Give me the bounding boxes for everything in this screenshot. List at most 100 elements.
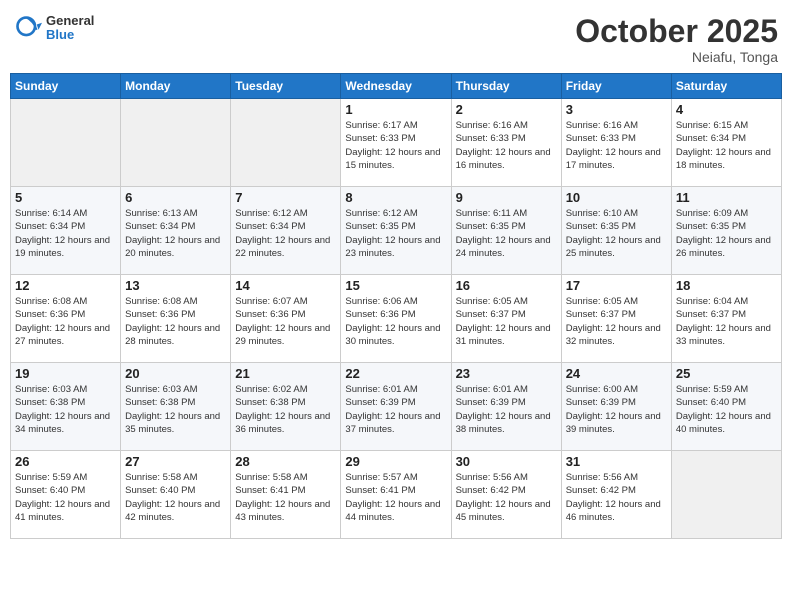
day-info: Sunrise: 5:58 AM Sunset: 6:40 PM Dayligh… — [125, 471, 226, 524]
day-info: Sunrise: 5:59 AM Sunset: 6:40 PM Dayligh… — [676, 383, 777, 436]
day-cell — [231, 99, 341, 187]
day-number: 29 — [345, 454, 446, 469]
day-info: Sunrise: 6:10 AM Sunset: 6:35 PM Dayligh… — [566, 207, 667, 260]
week-row-3: 12 Sunrise: 6:08 AM Sunset: 6:36 PM Dayli… — [11, 275, 782, 363]
logo-blue: Blue — [46, 28, 94, 42]
day-number: 16 — [456, 278, 557, 293]
day-cell: 3 Sunrise: 6:16 AM Sunset: 6:33 PM Daylig… — [561, 99, 671, 187]
day-number: 1 — [345, 102, 446, 117]
day-number: 15 — [345, 278, 446, 293]
day-number: 24 — [566, 366, 667, 381]
day-info: Sunrise: 5:59 AM Sunset: 6:40 PM Dayligh… — [15, 471, 116, 524]
day-number: 14 — [235, 278, 336, 293]
day-cell: 30 Sunrise: 5:56 AM Sunset: 6:42 PM Dayli… — [451, 451, 561, 539]
day-info: Sunrise: 6:12 AM Sunset: 6:34 PM Dayligh… — [235, 207, 336, 260]
day-info: Sunrise: 6:16 AM Sunset: 6:33 PM Dayligh… — [456, 119, 557, 172]
day-cell: 7 Sunrise: 6:12 AM Sunset: 6:34 PM Daylig… — [231, 187, 341, 275]
day-info: Sunrise: 6:03 AM Sunset: 6:38 PM Dayligh… — [125, 383, 226, 436]
day-cell: 2Sunrise: 6:16 AM Sunset: 6:33 PM Daylig… — [451, 99, 561, 187]
day-cell: 18 Sunrise: 6:04 AM Sunset: 6:37 PM Dayli… — [671, 275, 781, 363]
day-number: 11 — [676, 190, 777, 205]
logo: General Blue — [14, 14, 94, 43]
day-cell: 17 Sunrise: 6:05 AM Sunset: 6:37 PM Dayli… — [561, 275, 671, 363]
day-number: 30 — [456, 454, 557, 469]
day-cell: 10 Sunrise: 6:10 AM Sunset: 6:35 PM Dayli… — [561, 187, 671, 275]
day-info: Sunrise: 6:01 AM Sunset: 6:39 PM Dayligh… — [345, 383, 446, 436]
day-number: 7 — [235, 190, 336, 205]
location: Neiafu, Tonga — [575, 49, 778, 65]
week-row-2: 5Sunrise: 6:14 AM Sunset: 6:34 PM Daylig… — [11, 187, 782, 275]
week-row-1: 1 Sunrise: 6:17 AM Sunset: 6:33 PM Daylig… — [11, 99, 782, 187]
logo-text: General Blue — [46, 14, 94, 43]
day-cell: 14 Sunrise: 6:07 AM Sunset: 6:36 PM Dayli… — [231, 275, 341, 363]
day-info: Sunrise: 6:11 AM Sunset: 6:35 PM Dayligh… — [456, 207, 557, 260]
weekday-header-saturday: Saturday — [671, 74, 781, 99]
day-cell: 28Sunrise: 5:58 AM Sunset: 6:41 PM Dayli… — [231, 451, 341, 539]
day-number: 10 — [566, 190, 667, 205]
day-info: Sunrise: 5:56 AM Sunset: 6:42 PM Dayligh… — [566, 471, 667, 524]
day-info: Sunrise: 6:16 AM Sunset: 6:33 PM Dayligh… — [566, 119, 667, 172]
day-cell: 9 Sunrise: 6:11 AM Sunset: 6:35 PM Daylig… — [451, 187, 561, 275]
day-cell: 15 Sunrise: 6:06 AM Sunset: 6:36 PM Dayli… — [341, 275, 451, 363]
day-cell: 16Sunrise: 6:05 AM Sunset: 6:37 PM Dayli… — [451, 275, 561, 363]
logo-icon — [14, 14, 42, 42]
day-info: Sunrise: 6:07 AM Sunset: 6:36 PM Dayligh… — [235, 295, 336, 348]
day-cell: 5Sunrise: 6:14 AM Sunset: 6:34 PM Daylig… — [11, 187, 121, 275]
day-cell: 4Sunrise: 6:15 AM Sunset: 6:34 PM Daylig… — [671, 99, 781, 187]
day-number: 25 — [676, 366, 777, 381]
day-number: 12 — [15, 278, 116, 293]
day-number: 19 — [15, 366, 116, 381]
day-cell: 24Sunrise: 6:00 AM Sunset: 6:39 PM Dayli… — [561, 363, 671, 451]
day-info: Sunrise: 6:09 AM Sunset: 6:35 PM Dayligh… — [676, 207, 777, 260]
weekday-header-wednesday: Wednesday — [341, 74, 451, 99]
day-cell — [671, 451, 781, 539]
week-row-4: 19 Sunrise: 6:03 AM Sunset: 6:38 PM Dayli… — [11, 363, 782, 451]
weekday-header-monday: Monday — [121, 74, 231, 99]
day-number: 9 — [456, 190, 557, 205]
page: General Blue October 2025 Neiafu, Tonga … — [0, 0, 792, 612]
day-info: Sunrise: 6:12 AM Sunset: 6:35 PM Dayligh… — [345, 207, 446, 260]
day-number: 23 — [456, 366, 557, 381]
header: General Blue October 2025 Neiafu, Tonga — [10, 10, 782, 65]
day-cell: 31Sunrise: 5:56 AM Sunset: 6:42 PM Dayli… — [561, 451, 671, 539]
weekday-header-thursday: Thursday — [451, 74, 561, 99]
day-info: Sunrise: 6:02 AM Sunset: 6:38 PM Dayligh… — [235, 383, 336, 436]
day-info: Sunrise: 6:05 AM Sunset: 6:37 PM Dayligh… — [566, 295, 667, 348]
day-number: 5 — [15, 190, 116, 205]
day-info: Sunrise: 6:08 AM Sunset: 6:36 PM Dayligh… — [125, 295, 226, 348]
day-info: Sunrise: 6:17 AM Sunset: 6:33 PM Dayligh… — [345, 119, 446, 172]
day-cell: 26 Sunrise: 5:59 AM Sunset: 6:40 PM Dayli… — [11, 451, 121, 539]
day-cell: 27Sunrise: 5:58 AM Sunset: 6:40 PM Dayli… — [121, 451, 231, 539]
day-number: 26 — [15, 454, 116, 469]
day-cell: 6Sunrise: 6:13 AM Sunset: 6:34 PM Daylig… — [121, 187, 231, 275]
day-cell: 13Sunrise: 6:08 AM Sunset: 6:36 PM Dayli… — [121, 275, 231, 363]
day-info: Sunrise: 5:56 AM Sunset: 6:42 PM Dayligh… — [456, 471, 557, 524]
weekday-header-friday: Friday — [561, 74, 671, 99]
day-number: 28 — [235, 454, 336, 469]
day-number: 21 — [235, 366, 336, 381]
day-info: Sunrise: 6:06 AM Sunset: 6:36 PM Dayligh… — [345, 295, 446, 348]
day-cell: 21 Sunrise: 6:02 AM Sunset: 6:38 PM Dayli… — [231, 363, 341, 451]
day-number: 6 — [125, 190, 226, 205]
day-info: Sunrise: 6:04 AM Sunset: 6:37 PM Dayligh… — [676, 295, 777, 348]
week-row-5: 26 Sunrise: 5:59 AM Sunset: 6:40 PM Dayli… — [11, 451, 782, 539]
weekday-header-sunday: Sunday — [11, 74, 121, 99]
day-cell: 25 Sunrise: 5:59 AM Sunset: 6:40 PM Dayli… — [671, 363, 781, 451]
day-cell: 22 Sunrise: 6:01 AM Sunset: 6:39 PM Dayli… — [341, 363, 451, 451]
weekday-header-row: SundayMondayTuesdayWednesdayThursdayFrid… — [11, 74, 782, 99]
day-cell: 1 Sunrise: 6:17 AM Sunset: 6:33 PM Daylig… — [341, 99, 451, 187]
day-number: 4 — [676, 102, 777, 117]
day-number: 18 — [676, 278, 777, 293]
day-cell: 20 Sunrise: 6:03 AM Sunset: 6:38 PM Dayli… — [121, 363, 231, 451]
logo-general: General — [46, 14, 94, 28]
day-number: 3 — [566, 102, 667, 117]
day-cell — [121, 99, 231, 187]
month-title: October 2025 — [575, 14, 778, 49]
day-info: Sunrise: 6:01 AM Sunset: 6:39 PM Dayligh… — [456, 383, 557, 436]
day-number: 20 — [125, 366, 226, 381]
day-cell: 11 Sunrise: 6:09 AM Sunset: 6:35 PM Dayli… — [671, 187, 781, 275]
day-number: 22 — [345, 366, 446, 381]
day-cell: 12Sunrise: 6:08 AM Sunset: 6:36 PM Dayli… — [11, 275, 121, 363]
day-number: 17 — [566, 278, 667, 293]
day-cell: 29Sunrise: 5:57 AM Sunset: 6:41 PM Dayli… — [341, 451, 451, 539]
